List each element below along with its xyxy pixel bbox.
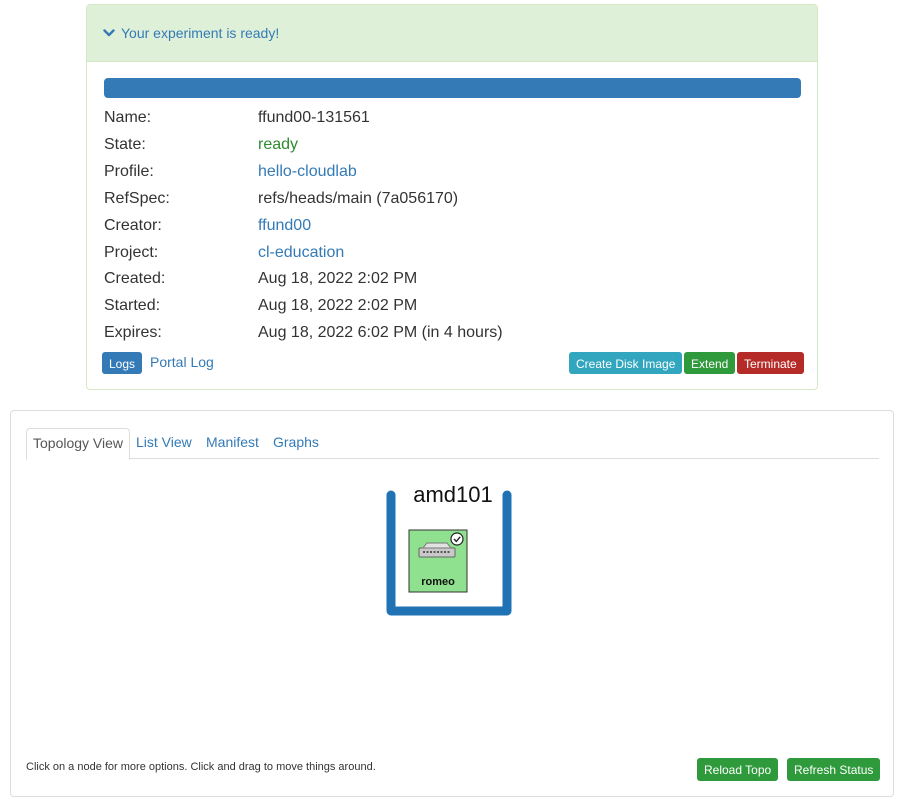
status-header-text: Your experiment is ready! bbox=[121, 25, 280, 41]
info-value: Aug 18, 2022 2:02 PM bbox=[258, 270, 418, 287]
info-label: Creator: bbox=[104, 217, 162, 234]
refresh-status-button[interactable]: Refresh Status bbox=[787, 758, 881, 781]
tab-topology-view[interactable]: Topology View bbox=[26, 428, 131, 460]
info-label: Project: bbox=[104, 244, 159, 261]
check-circle-icon bbox=[450, 532, 464, 546]
experiment-status-panel: Your experiment is ready! Name: ffund00-1… bbox=[86, 4, 818, 390]
info-label: Profile: bbox=[104, 163, 154, 180]
extend-button[interactable]: Extend bbox=[684, 352, 736, 374]
create-disk-image-button[interactable]: Create Disk Image bbox=[569, 352, 683, 374]
tab-list-view[interactable]: List View bbox=[130, 428, 198, 459]
info-value[interactable]: hello-cloudlab bbox=[258, 161, 357, 183]
site-label: amd101 bbox=[413, 482, 493, 507]
chevron-down-icon bbox=[103, 29, 115, 37]
node-romeo[interactable]: romeo bbox=[408, 529, 468, 593]
info-value[interactable]: ffund00 bbox=[258, 215, 311, 237]
status-header[interactable]: Your experiment is ready! bbox=[87, 5, 817, 62]
tab-graphs[interactable]: Graphs bbox=[267, 428, 325, 459]
info-label: State: bbox=[104, 136, 146, 153]
logs-button[interactable]: Logs bbox=[102, 352, 143, 374]
progress-bar bbox=[104, 78, 801, 98]
info-value: Aug 18, 2022 6:02 PM (in 4 hours) bbox=[258, 324, 503, 341]
info-label: Name: bbox=[104, 109, 152, 126]
info-label: Started: bbox=[104, 297, 161, 314]
topology-panel: Topology View List View Manifest Graphs … bbox=[10, 410, 894, 797]
topology-canvas[interactable]: amd101 romeo bbox=[11, 459, 893, 749]
topology-hint: Click on a node for more options. Click … bbox=[26, 761, 376, 773]
info-value: Aug 18, 2022 2:02 PM bbox=[258, 297, 418, 314]
info-label: Expires: bbox=[104, 324, 162, 341]
info-value: ffund00-131561 bbox=[258, 109, 370, 126]
info-value: refs/heads/main (7a056170) bbox=[258, 190, 459, 207]
info-label: Created: bbox=[104, 270, 166, 287]
reload-topo-button[interactable]: Reload Topo bbox=[697, 758, 779, 781]
info-label: RefSpec: bbox=[104, 190, 170, 207]
node-label: romeo bbox=[421, 576, 455, 588]
info-value: ready bbox=[258, 136, 299, 153]
portal-log-link[interactable]: Portal Log bbox=[150, 354, 214, 370]
topology-tabs: Topology View List View Manifest Graphs bbox=[26, 428, 879, 460]
tab-manifest[interactable]: Manifest bbox=[200, 428, 265, 459]
info-value[interactable]: cl-education bbox=[258, 242, 344, 264]
terminate-button[interactable]: Terminate bbox=[737, 352, 804, 374]
